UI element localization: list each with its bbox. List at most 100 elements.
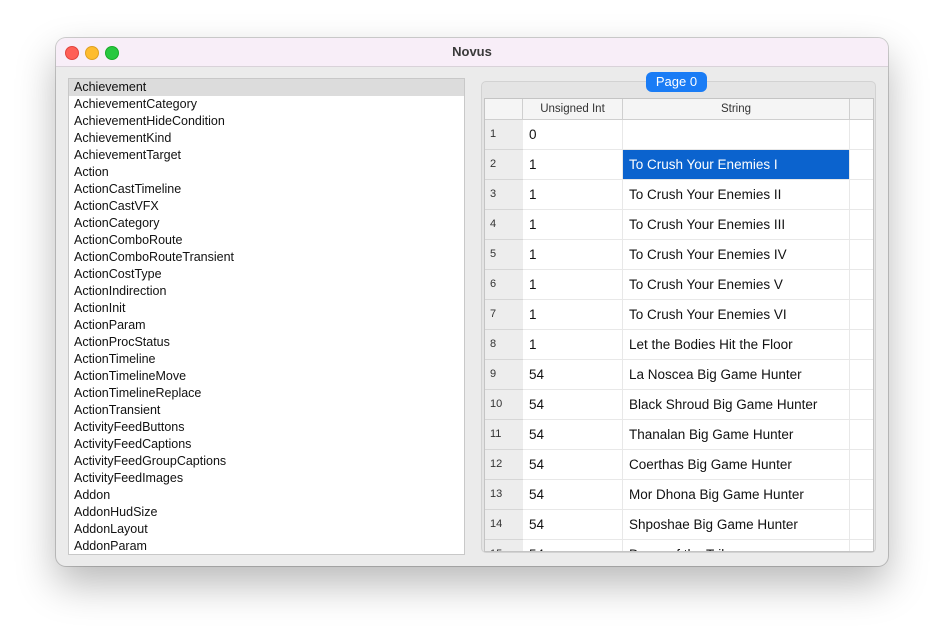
table-row[interactable]: 1554Dregs of the Tribe (485, 540, 873, 551)
cell-unsigned-int[interactable]: 1 (523, 150, 623, 180)
cell-string[interactable]: Shposhae Big Game Hunter (623, 510, 850, 540)
data-grid[interactable]: Unsigned Int String 1 0 2 1 To Crush Your En… (484, 98, 874, 552)
cell-string[interactable]: La Noscea Big Game Hunter (623, 360, 850, 390)
sheet-list-item[interactable]: ActionTransient (69, 402, 464, 419)
table-row[interactable]: 3 1 To Crush Your Enemies II (485, 180, 873, 210)
cell-unsigned-int[interactable]: 0 (523, 120, 623, 150)
cell-empty (850, 180, 873, 210)
cell-string[interactable]: To Crush Your Enemies V (623, 270, 850, 300)
sheet-list-item[interactable]: ActivityFeedGroupCaptions (69, 453, 464, 470)
row-number[interactable]: 8 (485, 330, 523, 360)
row-number[interactable]: 4 (485, 210, 523, 240)
cell-empty (850, 390, 873, 420)
sheet-list-item[interactable]: ActionIndirection (69, 283, 464, 300)
cell-string[interactable]: To Crush Your Enemies II (623, 180, 850, 210)
table-row[interactable]: 9 54 La Noscea Big Game Hunter (485, 360, 873, 390)
table-row[interactable]: 10 (485, 120, 873, 150)
row-number[interactable]: 10 (485, 390, 523, 420)
sheet-list-item[interactable]: ActivityFeedCaptions (69, 436, 464, 453)
cell-unsigned-int[interactable]: 1 (523, 180, 623, 210)
table-row[interactable]: 11 54 Thanalan Big Game Hunter (485, 420, 873, 450)
tab-page-0[interactable]: Page 0 (646, 72, 707, 92)
cell-unsigned-int[interactable]: 54 (523, 360, 623, 390)
table-row[interactable]: 7 1 To Crush Your Enemies VI (485, 300, 873, 330)
sheet-list-item[interactable]: ActionCategory (69, 215, 464, 232)
cell-string[interactable]: Let the Bodies Hit the Floor (623, 330, 850, 360)
table-row[interactable]: 6 1 To Crush Your Enemies V (485, 270, 873, 300)
sheet-list-item[interactable]: AchievementTarget (69, 147, 464, 164)
grid-header: Unsigned Int String (485, 99, 873, 120)
sheet-list[interactable]: Achievement AchievementCategory Achievemen… (68, 78, 465, 555)
sheet-list-item[interactable]: ActivityFeedButtons (69, 419, 464, 436)
table-row[interactable]: 10 54 Black Shroud Big Game Hunter (485, 390, 873, 420)
sheet-list-item[interactable]: ActionCastTimeline (69, 181, 464, 198)
table-row[interactable]: 14 54 Shposhae Big Game Hunter (485, 510, 873, 540)
cell-unsigned-int[interactable]: 54 (523, 510, 623, 540)
cell-string[interactable]: To Crush Your Enemies VI (623, 300, 850, 330)
sheet-list-item[interactable]: Action (69, 164, 464, 181)
table-row[interactable]: 13 54 Mor Dhona Big Game Hunter (485, 480, 873, 510)
cell-unsigned-int[interactable]: 1 (523, 240, 623, 270)
sheet-list-item[interactable]: ActionComboRouteTransient (69, 249, 464, 266)
cell-string[interactable]: Dregs of the Tribe (623, 540, 850, 551)
row-number[interactable]: 14 (485, 510, 523, 540)
cell-unsigned-int[interactable]: 1 (523, 300, 623, 330)
sheet-list-item[interactable]: Addon (69, 487, 464, 504)
title-bar[interactable]: Novus (56, 38, 888, 67)
table-row[interactable]: 8 1 Let the Bodies Hit the Floor (485, 330, 873, 360)
cell-unsigned-int[interactable]: 54 (523, 420, 623, 450)
row-number[interactable]: 12 (485, 450, 523, 480)
cell-unsigned-int[interactable]: 1 (523, 330, 623, 360)
table-row[interactable]: 4 1 To Crush Your Enemies III (485, 210, 873, 240)
row-number[interactable]: 7 (485, 300, 523, 330)
row-number[interactable]: 13 (485, 480, 523, 510)
sheet-list-item[interactable]: ActionCostType (69, 266, 464, 283)
row-number[interactable]: 3 (485, 180, 523, 210)
cell-unsigned-int[interactable]: 54 (523, 450, 623, 480)
cell-string[interactable]: To Crush Your Enemies IV (623, 240, 850, 270)
sheet-list-item[interactable]: ActionTimeline (69, 351, 464, 368)
cell-unsigned-int[interactable]: 1 (523, 210, 623, 240)
row-number[interactable]: 2 (485, 150, 523, 180)
sheet-list-item[interactable]: AchievementHideCondition (69, 113, 464, 130)
cell-unsigned-int[interactable]: 54 (523, 390, 623, 420)
sheet-list-item[interactable]: AddonLayout (69, 521, 464, 538)
sheet-list-item[interactable]: AddonParam (69, 538, 464, 554)
row-number[interactable]: 1 (485, 120, 523, 150)
sheet-list-item[interactable]: ActivityFeedImages (69, 470, 464, 487)
cell-unsigned-int[interactable]: 54 (523, 540, 623, 551)
cell-empty (850, 120, 873, 150)
cell-empty (850, 150, 873, 180)
cell-string[interactable]: Mor Dhona Big Game Hunter (623, 480, 850, 510)
cell-empty (850, 240, 873, 270)
row-number[interactable]: 6 (485, 270, 523, 300)
row-number[interactable]: 9 (485, 360, 523, 390)
sheet-list-item[interactable]: ActionComboRoute (69, 232, 464, 249)
sheet-list-item[interactable]: ActionParam (69, 317, 464, 334)
sheet-list-item[interactable]: ActionTimelineMove (69, 368, 464, 385)
table-row[interactable]: 12 54 Coerthas Big Game Hunter (485, 450, 873, 480)
column-header-string[interactable]: String (623, 99, 850, 119)
cell-string[interactable]: To Crush Your Enemies I (623, 150, 850, 180)
cell-string[interactable]: Thanalan Big Game Hunter (623, 420, 850, 450)
cell-string[interactable]: Coerthas Big Game Hunter (623, 450, 850, 480)
sheet-list-item[interactable]: AddonHudSize (69, 504, 464, 521)
sheet-list-item[interactable]: AchievementCategory (69, 96, 464, 113)
sheet-list-item[interactable]: ActionInit (69, 300, 464, 317)
table-row[interactable]: 2 1 To Crush Your Enemies I (485, 150, 873, 180)
column-header-unsigned-int[interactable]: Unsigned Int (523, 99, 623, 119)
cell-unsigned-int[interactable]: 1 (523, 270, 623, 300)
table-row[interactable]: 5 1 To Crush Your Enemies IV (485, 240, 873, 270)
sheet-list-item[interactable]: ActionTimelineReplace (69, 385, 464, 402)
cell-string[interactable]: To Crush Your Enemies III (623, 210, 850, 240)
row-number[interactable]: 11 (485, 420, 523, 450)
row-number[interactable]: 15 (485, 540, 523, 551)
row-number[interactable]: 5 (485, 240, 523, 270)
sheet-list-item[interactable]: ActionCastVFX (69, 198, 464, 215)
sheet-list-item[interactable]: Achievement (69, 79, 464, 96)
sheet-list-item[interactable]: AchievementKind (69, 130, 464, 147)
cell-unsigned-int[interactable]: 54 (523, 480, 623, 510)
cell-string[interactable] (623, 120, 850, 150)
cell-string[interactable]: Black Shroud Big Game Hunter (623, 390, 850, 420)
sheet-list-item[interactable]: ActionProcStatus (69, 334, 464, 351)
